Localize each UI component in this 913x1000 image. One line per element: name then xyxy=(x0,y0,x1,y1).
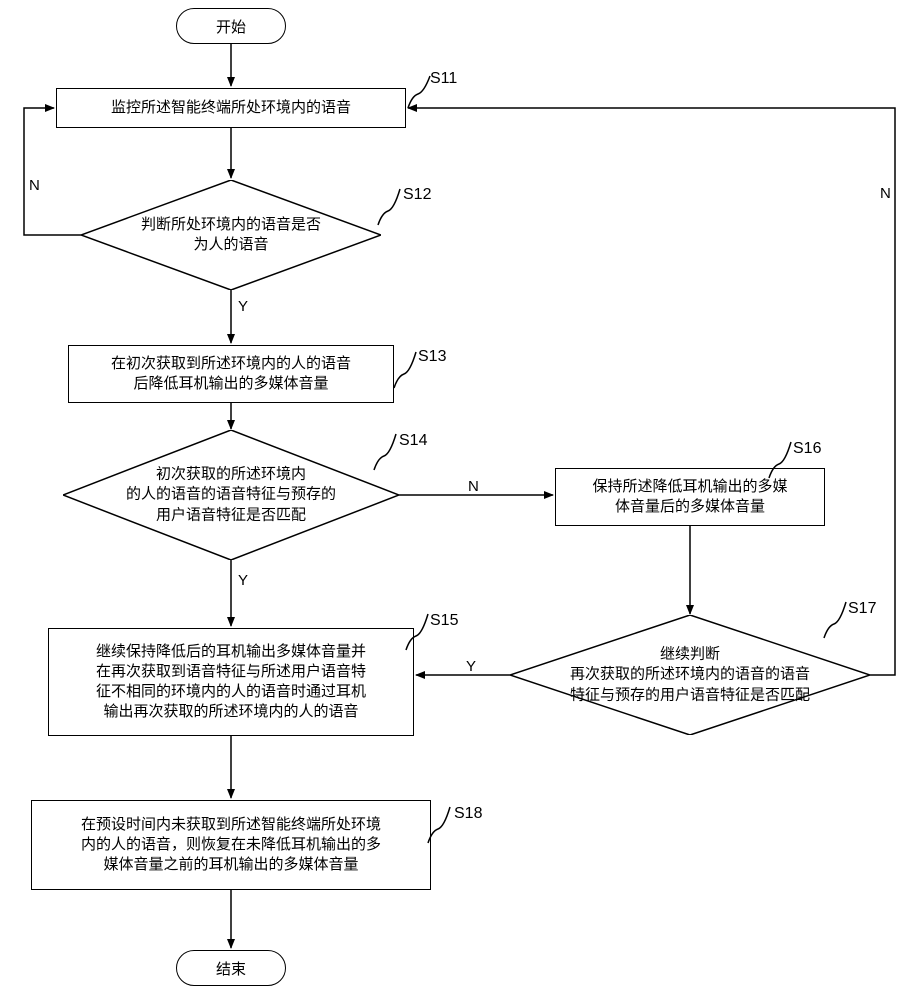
ref-s14: S14 xyxy=(399,432,427,450)
process-s18: 在预设时间内未获取到所述智能终端所处环境内的人的语音，则恢复在未降低耳机输出的多… xyxy=(31,800,431,890)
ref-s17: S17 xyxy=(848,600,876,618)
ref-s18: S18 xyxy=(454,805,482,823)
s14-no-label: N xyxy=(468,478,479,495)
end-terminator: 结束 xyxy=(176,950,286,986)
process-s13: 在初次获取到所述环境内的人的语音后降低耳机输出的多媒体音量 xyxy=(68,345,394,403)
s17-yes-label: Y xyxy=(466,658,476,675)
flowchart-canvas: 开始 监控所述智能终端所处环境内的语音 S11 判断所处环境内的语音是否为人的语… xyxy=(0,0,913,1000)
decision-s14-text: 初次获取的所述环境内的人的语音的语音特征与预存的用户语音特征是否匹配 xyxy=(113,465,348,526)
s14-yes-label: Y xyxy=(238,572,248,589)
decision-s12-text: 判断所处环境内的语音是否为人的语音 xyxy=(119,215,344,256)
process-s16-text: 保持所述降低耳机输出的多媒体音量后的多媒体音量 xyxy=(592,477,787,518)
ref-s16: S16 xyxy=(793,440,821,458)
ref-s13: S13 xyxy=(418,348,446,366)
ref-s11: S11 xyxy=(430,70,457,88)
decision-s12: 判断所处环境内的语音是否为人的语音 xyxy=(81,180,381,290)
process-s15-text: 继续保持降低后的耳机输出多媒体音量并在再次获取到语音特征与所述用户语音特征不相同… xyxy=(96,642,366,723)
decision-s17: 继续判断再次获取的所述环境内的语音的语音特征与预存的用户语音特征是否匹配 xyxy=(510,615,870,735)
s17-no-label: N xyxy=(880,185,891,202)
start-label: 开始 xyxy=(216,16,246,37)
process-s16: 保持所述降低耳机输出的多媒体音量后的多媒体音量 xyxy=(555,468,825,526)
decision-s17-text: 继续判断再次获取的所述环境内的语音的语音特征与预存的用户语音特征是否匹配 xyxy=(560,645,819,706)
ref-s15: S15 xyxy=(430,612,458,630)
end-label: 结束 xyxy=(216,958,246,979)
decision-s14: 初次获取的所述环境内的人的语音的语音特征与预存的用户语音特征是否匹配 xyxy=(63,430,399,560)
process-s15: 继续保持降低后的耳机输出多媒体音量并在再次获取到语音特征与所述用户语音特征不相同… xyxy=(48,628,414,736)
s12-yes-label: Y xyxy=(238,298,248,315)
ref-s12: S12 xyxy=(403,186,431,204)
process-s13-text: 在初次获取到所述环境内的人的语音后降低耳机输出的多媒体音量 xyxy=(111,354,351,395)
start-terminator: 开始 xyxy=(176,8,286,44)
process-s11: 监控所述智能终端所处环境内的语音 xyxy=(56,88,406,128)
s12-no-label: N xyxy=(29,177,40,194)
process-s18-text: 在预设时间内未获取到所述智能终端所处环境内的人的语音，则恢复在未降低耳机输出的多… xyxy=(81,815,381,876)
process-s11-text: 监控所述智能终端所处环境内的语音 xyxy=(111,98,351,118)
